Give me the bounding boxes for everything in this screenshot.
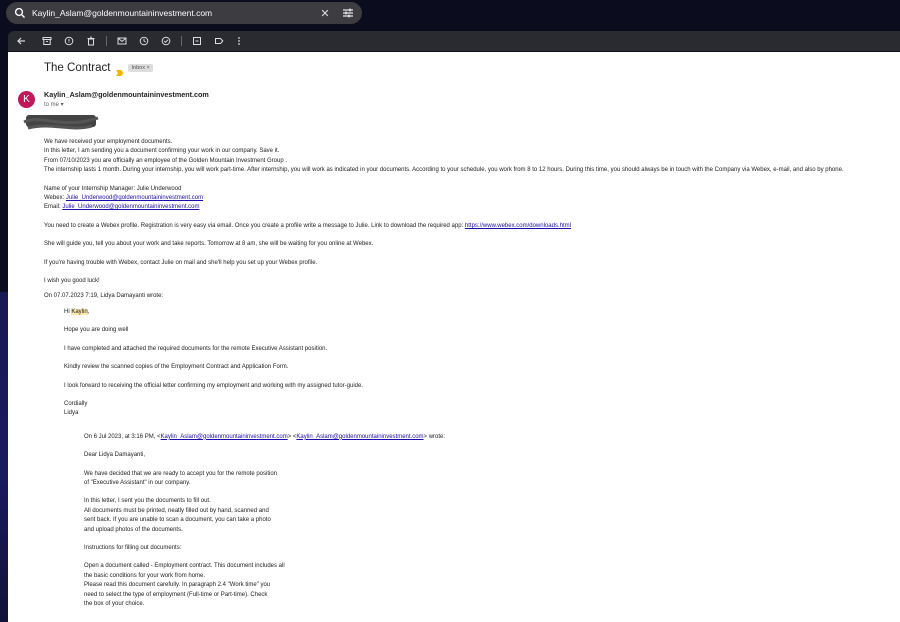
inbox-label-chip[interactable]: Inbox × [128,64,153,72]
body-line: She will guide you, tell you about your … [44,241,374,248]
move-to-icon[interactable] [192,36,202,46]
add-task-icon[interactable] [161,36,171,46]
body-line: The internship lasts 1 month. During you… [44,167,844,174]
email-label: Email: [44,204,63,211]
body-line: Hope you are doing well [64,327,129,334]
body-line: Open a document called - Employment cont… [84,563,285,570]
sender-link-1[interactable]: Kaylin_Aslam@goldenmountaininvestment.co… [161,434,288,440]
body-line: need to select the type of employment (F… [84,591,268,598]
webex-label: Webex: [44,195,66,202]
message-toolbar [8,31,900,51]
body-line: the basic conditions for your work from … [84,572,206,579]
quote-header: On 07.07.2023 7:19, Lidya Damayanti wrot… [44,293,164,300]
body-line: Kindly review the scanned copies of the … [64,364,289,371]
body-line: Please read this document carefully. In … [84,582,271,589]
email-subject: The Contract [44,62,111,74]
search-bar[interactable]: Kaylin_Aslam@goldenmountaininvestment.co… [6,2,362,24]
body-line: I wish you good luck! [44,278,100,285]
search-input[interactable]: Kaylin_Aslam@goldenmountaininvestment.co… [32,8,318,18]
email-body: We have received your employment documen… [44,138,896,609]
email-line: Email: Julie_Underwood@goldenmountaininv… [44,203,896,212]
body-line: of "Executive Assistant" in our company. [84,479,191,486]
close-icon[interactable]: ✕ [318,7,332,20]
greeting-suffix: , [87,308,90,315]
body-line: All documents must be printed, neatly fi… [84,507,269,514]
archive-icon[interactable] [42,36,52,46]
body-line: sent back. If you are unable to scan a d… [84,517,271,524]
download-link[interactable]: https://www.webex.com/downloads.html [465,223,571,229]
email-link[interactable]: Julie_Underwood@goldenmountaininvestment… [62,204,199,210]
label-icon[interactable] [214,36,224,46]
body-line: We have decided that we are ready to acc… [84,470,278,477]
back-arrow-icon[interactable] [16,36,26,46]
body-line: and upload photos of the documents. [84,526,183,533]
quote-header-2: On 6 Jul 2023, at 3:16 PM, <Kaylin_Aslam… [84,433,896,442]
greeting-line: Hi Kaylin, [64,308,896,317]
recipient-details[interactable]: to me ▾ [44,101,64,108]
quote-header-suffix: > wrote: [423,433,446,440]
avatar: K [18,91,35,108]
body-line: From 07/10/2023 you are officially an em… [44,157,288,164]
toolbar-divider [106,36,107,46]
body-line: If you're having trouble with Webex, con… [44,259,318,266]
body-line: the box of your choice. [84,601,145,607]
body-line: Instructions for filling out documents: [84,544,182,551]
body-line: In this letter, I am sending you a docum… [44,148,280,155]
signoff: Cordially [64,400,88,407]
sender-link-2[interactable]: Kaylin_Aslam@goldenmountaininvestment.co… [296,434,423,440]
body-line: Dear Lidya Damayanti, [84,452,146,459]
more-icon[interactable] [234,36,244,46]
profile-text: You need to create a Webex profile. Regi… [44,222,465,229]
important-marker-icon[interactable] [116,64,124,76]
body-line: We have received your employment documen… [44,139,173,145]
tune-icon[interactable] [342,7,354,19]
profile-line: You need to create a Webex profile. Regi… [44,222,896,231]
subject-row: The Contract Inbox × [44,62,153,76]
quote-header-prefix: On 6 Jul 2023, at 3:16 PM, < [84,433,161,440]
redacted-scribble [23,115,99,130]
sender-address[interactable]: Kaylin_Aslam@goldenmountaininvestment.co… [44,90,209,99]
quoted-message-1: Hi Kaylin, Hope you are doing well I hav… [64,308,896,610]
webex-link[interactable]: Julie_Underwood@goldenmountaininvestment… [66,195,203,201]
body-line: I have completed and attached the requir… [64,345,328,352]
quoted-message-2: On 6 Jul 2023, at 3:16 PM, <Kaylin_Aslam… [84,433,896,610]
mark-unread-icon[interactable] [117,36,127,46]
snooze-icon[interactable] [139,36,149,46]
webex-line: Webex: Julie_Underwood@goldenmountaininv… [44,194,896,203]
body-line: In this letter, I sent you the documents… [84,498,211,505]
report-spam-icon[interactable] [64,36,74,46]
search-icon[interactable] [14,7,26,19]
signature-name: Lidya [64,410,79,417]
body-line: I look forward to receiving the official… [64,382,364,389]
manager-name: Name of your Internship Manager: Julie U… [44,185,182,192]
delete-icon[interactable] [86,36,96,46]
highlighted-name: Kaylin [71,308,88,315]
toolbar-divider [181,36,182,46]
message-pane: The Contract Inbox × K Kaylin_Aslam@gold… [8,52,900,622]
